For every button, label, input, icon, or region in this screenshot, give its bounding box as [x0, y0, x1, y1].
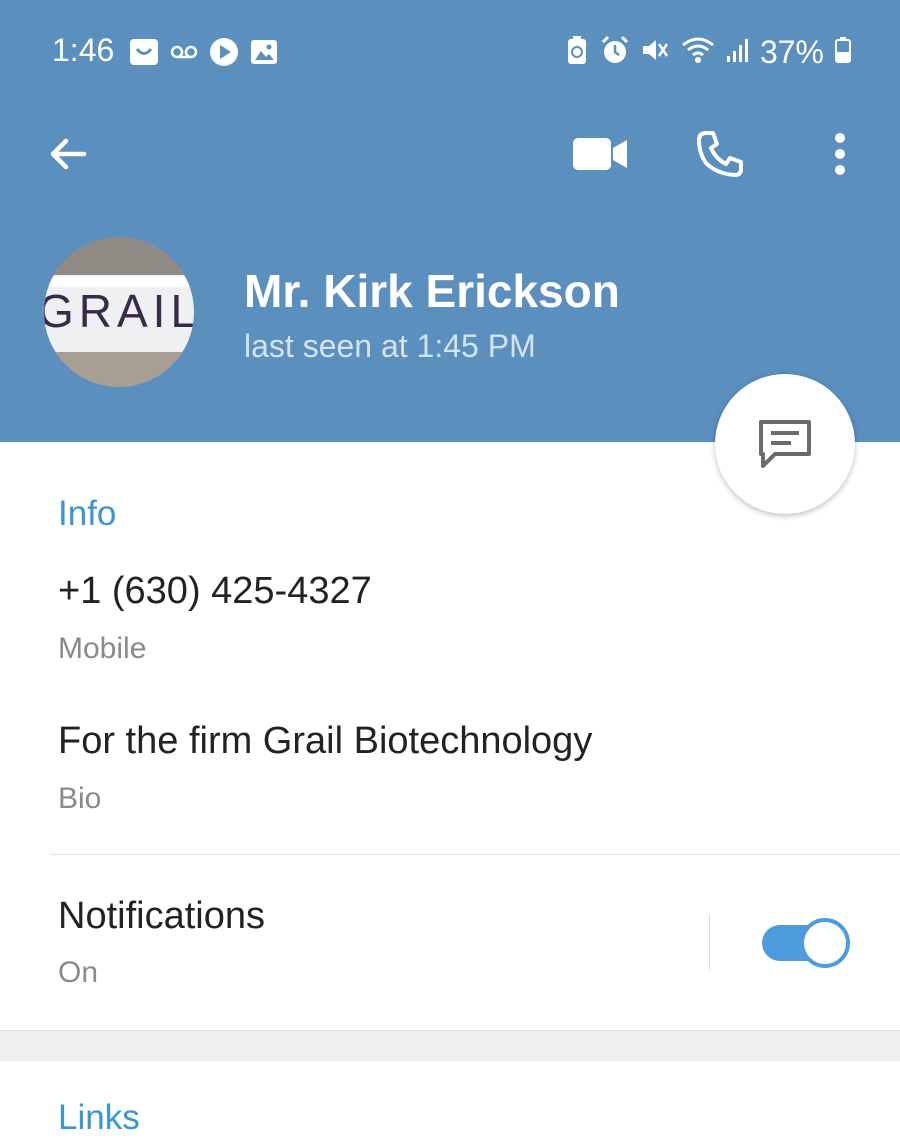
- bag-notification-icon: [128, 36, 160, 73]
- status-bar: 1:46 37%: [0, 0, 900, 100]
- alarm-icon: [600, 34, 630, 71]
- notifications-label[interactable]: Notifications: [58, 895, 265, 938]
- phone-number[interactable]: +1 (630) 425-4327: [58, 570, 372, 613]
- row-divider: [50, 854, 900, 855]
- contact-name: Mr. Kirk Erickson: [244, 265, 620, 317]
- battery-saver-icon: [564, 34, 590, 71]
- avatar-logo-text: GRAIL: [44, 285, 194, 337]
- notifications-state: On: [58, 956, 99, 989]
- battery-icon: [834, 34, 852, 71]
- status-time: 1:46: [52, 32, 115, 68]
- phone-type-label: Mobile: [58, 632, 147, 665]
- message-button[interactable]: [715, 374, 855, 514]
- signal-icon: [726, 34, 750, 71]
- bio-text[interactable]: For the firm Grail Biotechnology: [58, 720, 592, 763]
- info-section-title: Info: [58, 494, 117, 533]
- wifi-icon: [680, 34, 716, 71]
- phone-icon: [697, 131, 743, 177]
- links-section-title: Links: [58, 1098, 140, 1137]
- play-icon: [208, 36, 240, 73]
- vertical-divider: [709, 914, 710, 970]
- more-options-button[interactable]: [808, 122, 872, 186]
- arrow-left-icon: [50, 138, 87, 170]
- mute-icon: [640, 34, 670, 71]
- toggle-knob: [800, 918, 850, 968]
- video-call-button[interactable]: [568, 122, 632, 186]
- battery-percent: 37%: [759, 34, 824, 70]
- message-icon: [759, 420, 811, 468]
- image-icon: [248, 36, 280, 73]
- back-button[interactable]: [36, 122, 100, 186]
- video-camera-icon: [573, 138, 627, 170]
- status-right-icons: 37%: [564, 34, 852, 71]
- status-left-icons: [128, 36, 280, 73]
- last-seen-status: last seen at 1:45 PM: [244, 328, 536, 364]
- voice-call-button[interactable]: [688, 122, 752, 186]
- notifications-toggle[interactable]: [762, 918, 850, 968]
- more-vertical-icon: [835, 133, 845, 175]
- section-separator: [0, 1030, 900, 1061]
- bio-label: Bio: [58, 782, 102, 815]
- avatar[interactable]: GRAIL: [44, 237, 194, 387]
- voicemail-icon: [168, 36, 200, 73]
